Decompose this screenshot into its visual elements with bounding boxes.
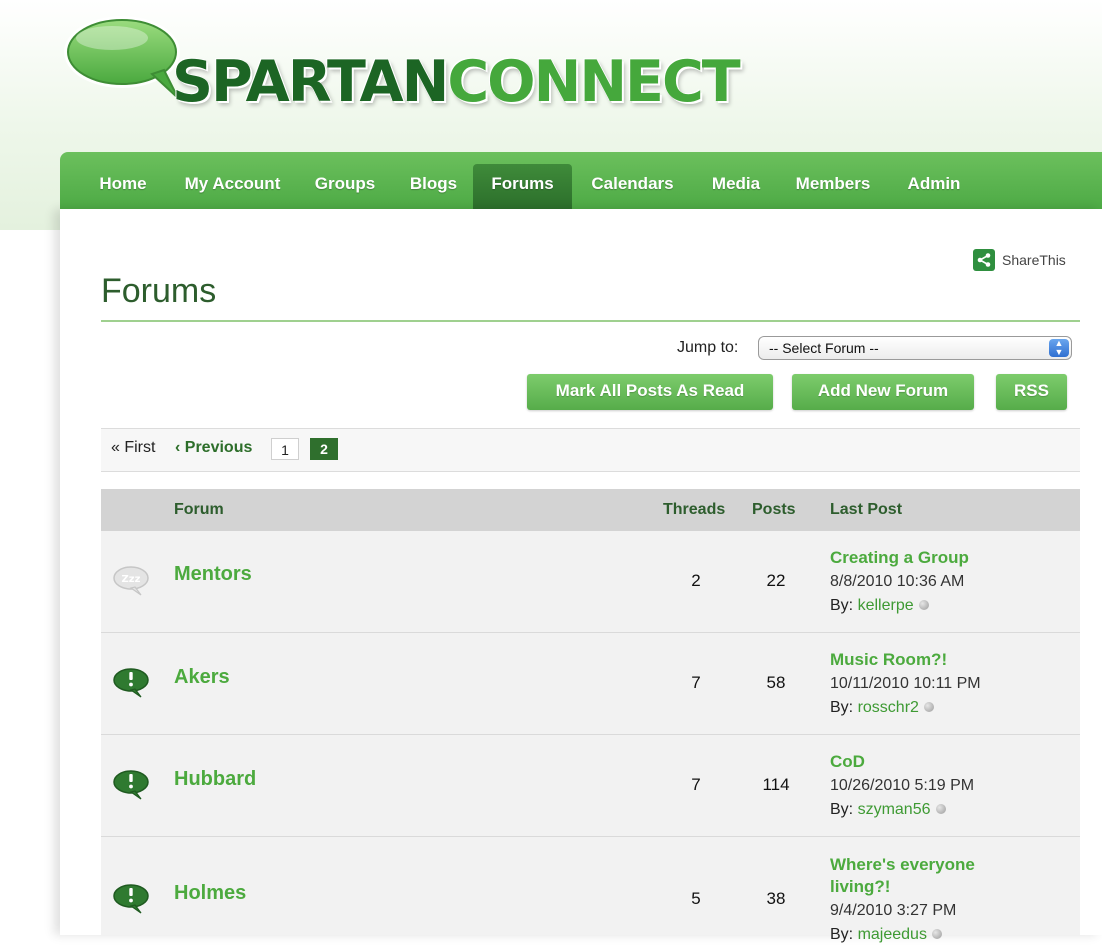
nav-item-groups[interactable]: Groups [305, 164, 385, 209]
forum-table-header: Forum Threads Posts Last Post [101, 489, 1080, 531]
by-label: By: [830, 699, 854, 716]
thread-count: 2 [691, 571, 701, 590]
last-post-date: 9/4/2010 3:27 PM [830, 902, 957, 919]
new-posts-bubble-icon [111, 767, 151, 801]
main-nav: Home My Account Groups Blogs Forums Cale… [60, 152, 1102, 209]
user-status-dot-icon [923, 702, 934, 712]
share-label: ShareThis [1002, 252, 1066, 268]
forum-name-holmes[interactable]: Holmes [174, 882, 246, 905]
sleeping-bubble-icon: Zzz [111, 563, 151, 597]
table-row: Holmes 5 38 Where's everyone living?! 9/… [101, 837, 1080, 943]
pager-first-link[interactable]: « First [111, 439, 155, 457]
nav-item-media[interactable]: Media [700, 164, 772, 209]
last-post-title[interactable]: Where's everyone living?! [830, 854, 1020, 898]
select-arrows-icon: ▲ ▼ [1049, 339, 1069, 357]
nav-item-blogs[interactable]: Blogs [400, 164, 467, 209]
nav-item-forums[interactable]: Forums [473, 164, 572, 209]
last-post-date: 10/26/2010 5:19 PM [830, 777, 975, 794]
mark-all-read-button[interactable]: Mark All Posts As Read [527, 374, 773, 410]
forum-name-hubbard[interactable]: Hubbard [174, 768, 256, 791]
author-link[interactable]: kellerpe [858, 597, 914, 614]
thread-count: 7 [691, 673, 701, 692]
rss-button[interactable]: RSS [996, 374, 1067, 410]
nav-item-calendars[interactable]: Calendars [581, 164, 684, 209]
author-link[interactable]: szyman56 [858, 801, 931, 818]
svg-text:Zzz: Zzz [122, 574, 141, 585]
share-icon [973, 249, 995, 271]
last-post-info: Where's everyone living?! 9/4/2010 3:27 … [830, 854, 1020, 946]
forum-name-mentors[interactable]: Mentors [174, 563, 252, 586]
last-post-title[interactable]: Music Room?! [830, 649, 1070, 671]
add-new-forum-button[interactable]: Add New Forum [792, 374, 974, 410]
user-status-dot-icon [918, 600, 929, 610]
title-divider [101, 320, 1080, 322]
share-this-link[interactable]: ShareThis [973, 249, 1066, 271]
page-title: Forums [101, 272, 217, 310]
pager-previous-link[interactable]: ‹ Previous [175, 439, 252, 457]
nav-item-members[interactable]: Members [784, 164, 882, 209]
post-count: 58 [766, 673, 786, 692]
last-post-author: By: majeedus [830, 924, 1020, 946]
forum-select[interactable]: -- Select Forum -- ▲ ▼ [758, 336, 1072, 360]
pager-page-1[interactable]: 1 [271, 438, 299, 460]
last-post-title[interactable]: Creating a Group [830, 547, 1070, 569]
site-logo[interactable]: SPARTANCONNECT [60, 8, 741, 138]
last-post-author: By: kellerpe [830, 595, 1070, 617]
table-row: Akers 7 58 Music Room?! 10/11/2010 10:11… [101, 633, 1080, 735]
forum-name-akers[interactable]: Akers [174, 666, 230, 689]
forum-select-value: -- Select Forum -- [769, 340, 879, 356]
header-threads: Threads [663, 501, 726, 518]
last-post-info: Creating a Group 8/8/2010 10:36 AM By: k… [830, 547, 1070, 617]
nav-item-my-account[interactable]: My Account [169, 164, 296, 209]
table-row: Zzz Mentors 2 22 Creating a Group 8/8/20… [101, 531, 1080, 633]
last-post-info: CoD 10/26/2010 5:19 PM By: szyman56 [830, 751, 1070, 821]
new-posts-bubble-icon [111, 665, 151, 699]
header-last-post: Last Post [830, 501, 903, 518]
logo-word-connect: CONNECT [447, 49, 740, 115]
post-count: 22 [766, 571, 786, 590]
last-post-date: 10/11/2010 10:11 PM [830, 675, 981, 692]
logo-word-spartan: SPARTAN [172, 49, 449, 115]
jump-to-label: Jump to: [677, 339, 739, 356]
new-posts-bubble-icon [111, 881, 151, 915]
nav-item-admin[interactable]: Admin [898, 164, 970, 209]
thread-count: 5 [691, 889, 701, 908]
by-label: By: [830, 597, 854, 614]
pagination: « First ‹ Previous 1 2 [101, 428, 1080, 472]
header-posts: Posts [752, 501, 796, 518]
logo-wordmark: SPARTANCONNECT [172, 49, 741, 115]
last-post-date: 8/8/2010 10:36 AM [830, 573, 965, 590]
last-post-title[interactable]: CoD [830, 751, 1070, 773]
author-link[interactable]: rosschr2 [858, 699, 919, 716]
thread-count: 7 [691, 775, 701, 794]
by-label: By: [830, 801, 854, 818]
header-forum: Forum [174, 501, 224, 518]
last-post-author: By: szyman56 [830, 799, 1070, 821]
post-count: 38 [766, 889, 786, 908]
table-row: Hubbard 7 114 CoD 10/26/2010 5:19 PM By:… [101, 735, 1080, 837]
pager-page-2-current: 2 [310, 438, 338, 460]
post-count: 114 [762, 775, 790, 794]
user-status-dot-icon [931, 929, 942, 939]
last-post-author: By: rosschr2 [830, 697, 1070, 719]
nav-item-home[interactable]: Home [84, 164, 162, 209]
last-post-info: Music Room?! 10/11/2010 10:11 PM By: ros… [830, 649, 1070, 719]
user-status-dot-icon [935, 804, 946, 814]
